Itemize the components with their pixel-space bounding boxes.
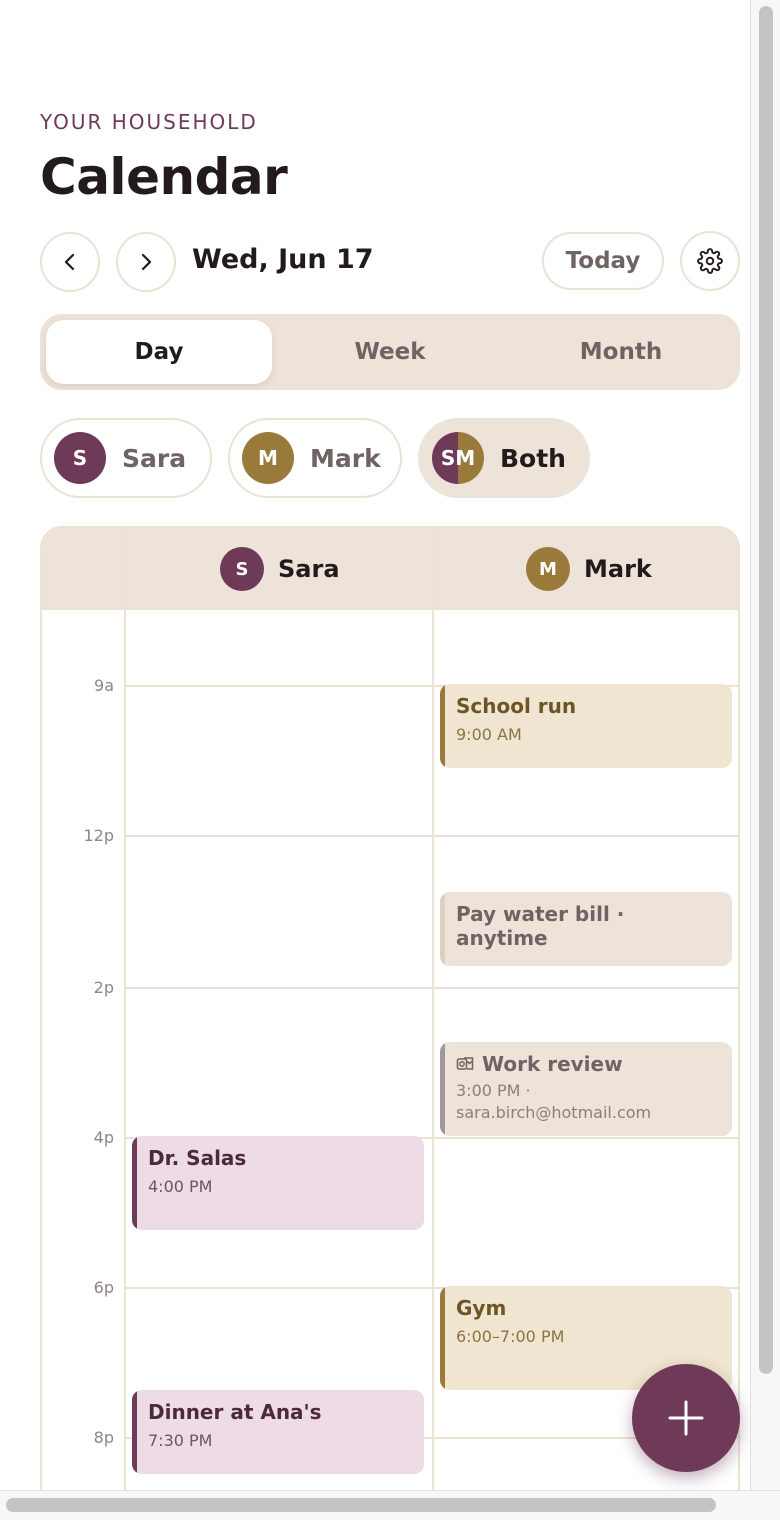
filter-chip-label: Both — [500, 443, 566, 473]
event-school-run[interactable]: School run 9:00 AM — [440, 684, 732, 768]
previous-day-button[interactable] — [40, 232, 100, 292]
column-divider — [432, 528, 434, 1490]
avatar: M — [526, 547, 570, 591]
event-title: Work review — [482, 1052, 623, 1076]
plus-icon — [668, 1400, 704, 1436]
event-title: Gym — [456, 1296, 507, 1320]
column-divider — [124, 528, 126, 1490]
household-eyebrow: YOUR HOUSEHOLD — [40, 110, 258, 134]
time-label: 2p — [93, 978, 114, 997]
time-label: 9a — [94, 676, 114, 695]
filter-chip-label: Sara — [122, 443, 187, 473]
event-title: Dr. Salas — [148, 1146, 247, 1170]
event-time: 7:30 PM — [148, 1431, 213, 1450]
event-accent-bar — [440, 892, 445, 966]
column-header-sara: S Sara — [220, 546, 340, 592]
time-label: 8p — [93, 1428, 114, 1447]
event-time: 9:00 AM — [456, 725, 522, 744]
tab-week[interactable]: Week — [277, 320, 503, 384]
event-title: Pay water bill · anytime — [456, 902, 625, 950]
avatar: SM — [432, 432, 484, 484]
event-pay-water-bill[interactable]: Pay water bill · anytime — [440, 892, 732, 966]
column-name: Sara — [278, 555, 340, 583]
add-event-button[interactable] — [632, 1364, 740, 1472]
hour-line — [124, 987, 738, 989]
app-viewport: YOUR HOUSEHOLD Calendar Wed, Jun 17 Toda… — [0, 0, 750, 1490]
time-label: 4p — [93, 1128, 114, 1147]
filter-chip-sara[interactable]: S Sara — [40, 418, 212, 498]
page-title: Calendar — [40, 148, 288, 206]
settings-button[interactable] — [680, 231, 740, 291]
event-accent-bar — [440, 1042, 445, 1136]
avatar: M — [242, 432, 294, 484]
column-header-mark: M Mark — [526, 546, 652, 592]
event-title: School run — [456, 694, 577, 718]
event-accent-bar — [132, 1390, 137, 1474]
vertical-scrollbar-thumb[interactable] — [759, 6, 773, 1374]
hour-line — [124, 835, 738, 837]
time-label: 6p — [93, 1278, 114, 1297]
view-switcher: Day Week Month — [40, 314, 740, 390]
column-name: Mark — [584, 555, 652, 583]
horizontal-scrollbar-thumb[interactable] — [6, 1498, 716, 1512]
tab-day[interactable]: Day — [46, 320, 272, 384]
event-accent-bar — [132, 1136, 137, 1230]
current-date: Wed, Jun 17 — [192, 244, 374, 275]
event-title: Dinner at Ana's — [148, 1400, 322, 1424]
avatar: S — [54, 432, 106, 484]
tab-month[interactable]: Month — [508, 320, 734, 384]
event-time: 3:00 PM · sara.birch@hotmail.com — [456, 1081, 652, 1122]
today-button[interactable]: Today — [542, 232, 664, 290]
event-dinner-at-anas[interactable]: Dinner at Ana's 7:30 PM — [132, 1390, 424, 1474]
filter-chip-label: Mark — [310, 443, 381, 473]
outlook-icon — [456, 1057, 474, 1070]
event-accent-bar — [440, 684, 445, 768]
filter-chip-both[interactable]: SM Both — [418, 418, 590, 498]
day-grid: S Sara M Mark 9a 12p 2p 4p 6p 8p School … — [40, 526, 740, 1490]
chevron-left-icon — [64, 253, 75, 271]
event-accent-bar — [440, 1286, 445, 1390]
filter-chip-mark[interactable]: M Mark — [228, 418, 402, 498]
gear-icon — [697, 248, 723, 274]
event-dr-salas[interactable]: Dr. Salas 4:00 PM — [132, 1136, 424, 1230]
event-time: 4:00 PM — [148, 1177, 213, 1196]
avatar: S — [220, 547, 264, 591]
event-time: 6:00–7:00 PM — [456, 1327, 565, 1346]
time-label: 12p — [83, 826, 114, 845]
event-work-review[interactable]: Work review 3:00 PM · sara.birch@hotmail… — [440, 1042, 732, 1136]
next-day-button[interactable] — [116, 232, 176, 292]
chevron-right-icon — [141, 253, 152, 271]
